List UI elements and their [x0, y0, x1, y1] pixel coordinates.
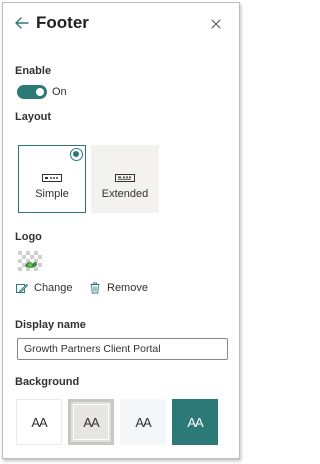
enable-toggle[interactable]: [17, 85, 47, 99]
background-option-text: AA: [135, 414, 151, 430]
background-option-strong[interactable]: AA: [172, 399, 218, 445]
panel-title: Footer: [36, 13, 89, 32]
edit-image-icon: [16, 283, 28, 293]
background-option-neutral[interactable]: AA: [68, 399, 114, 445]
layout-option-extended[interactable]: Extended: [91, 145, 159, 213]
change-logo-button[interactable]: Change: [16, 282, 73, 294]
display-name-label: Display name: [15, 319, 86, 331]
change-label: Change: [34, 282, 73, 294]
background-option-text: AA: [83, 414, 99, 430]
background-option-soft[interactable]: AA: [120, 399, 166, 445]
background-option-white[interactable]: AA: [16, 399, 62, 445]
logo-label: Logo: [15, 231, 42, 243]
close-icon[interactable]: [209, 17, 223, 31]
remove-logo-button[interactable]: Remove: [89, 282, 148, 294]
background-option-inner: AA: [73, 404, 109, 440]
extended-layout-icon: [115, 174, 135, 182]
layout-option-label: Simple: [35, 188, 69, 200]
background-option-text: AA: [31, 414, 47, 430]
arrow-left-icon[interactable]: [13, 14, 31, 32]
trash-icon: [90, 282, 100, 294]
enable-state-text: On: [52, 86, 67, 98]
display-name-input[interactable]: [17, 338, 228, 360]
layout-option-label: Extended: [101, 188, 149, 200]
background-label: Background: [15, 376, 80, 388]
enable-label: Enable: [15, 65, 52, 77]
toggle-knob: [36, 88, 44, 96]
remove-label: Remove: [107, 282, 148, 294]
simple-layout-icon: [42, 174, 62, 182]
footer-settings-panel: Footer Enable On Layout Simple Extended: [2, 2, 240, 459]
layout-label: Layout: [15, 111, 52, 123]
background-option-text: AA: [187, 414, 203, 430]
selected-radio-icon: [70, 148, 83, 161]
logo-thumbnail: [18, 251, 42, 273]
